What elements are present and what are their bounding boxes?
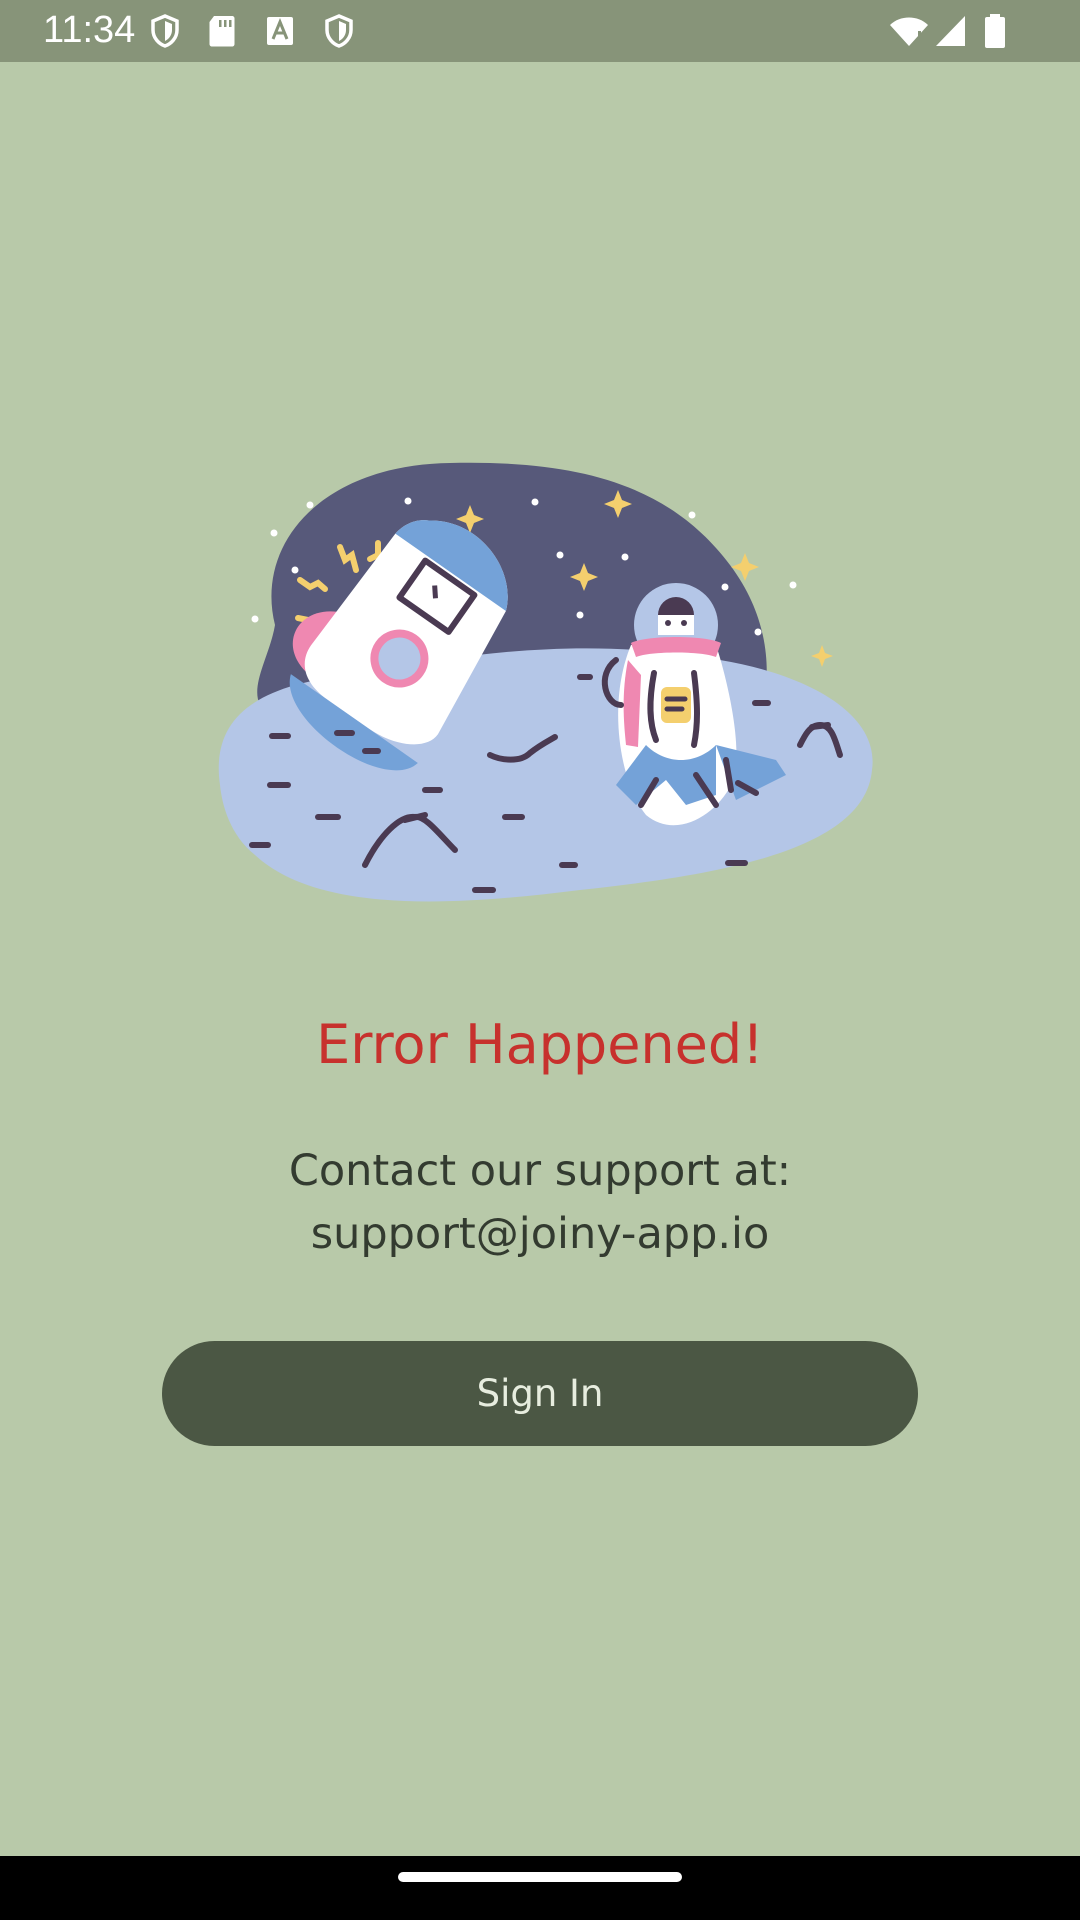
sign-in-button[interactable]: Sign In <box>162 1341 918 1446</box>
battery-icon <box>985 14 1005 48</box>
support-email: support@joiny-app.io <box>310 1209 770 1259</box>
astronaut-crashed-rocket-illustration <box>218 462 873 902</box>
navigation-bar <box>0 1856 1080 1920</box>
status-time: 11:34 <box>43 9 136 51</box>
shield-icon <box>151 14 179 48</box>
wifi-icon <box>890 17 928 46</box>
support-message: Contact our support at: support@joiny-ap… <box>140 1140 940 1266</box>
font-a-icon <box>267 17 293 45</box>
support-contact-line: Contact our support at: <box>288 1146 792 1196</box>
status-bar: 11:34 <box>0 0 1080 62</box>
signal-icon <box>936 16 965 46</box>
sd-card-icon <box>209 16 235 47</box>
shield-icon <box>325 14 353 48</box>
home-gesture-handle[interactable] <box>398 1872 682 1882</box>
error-title: Error Happened! <box>316 1013 764 1076</box>
